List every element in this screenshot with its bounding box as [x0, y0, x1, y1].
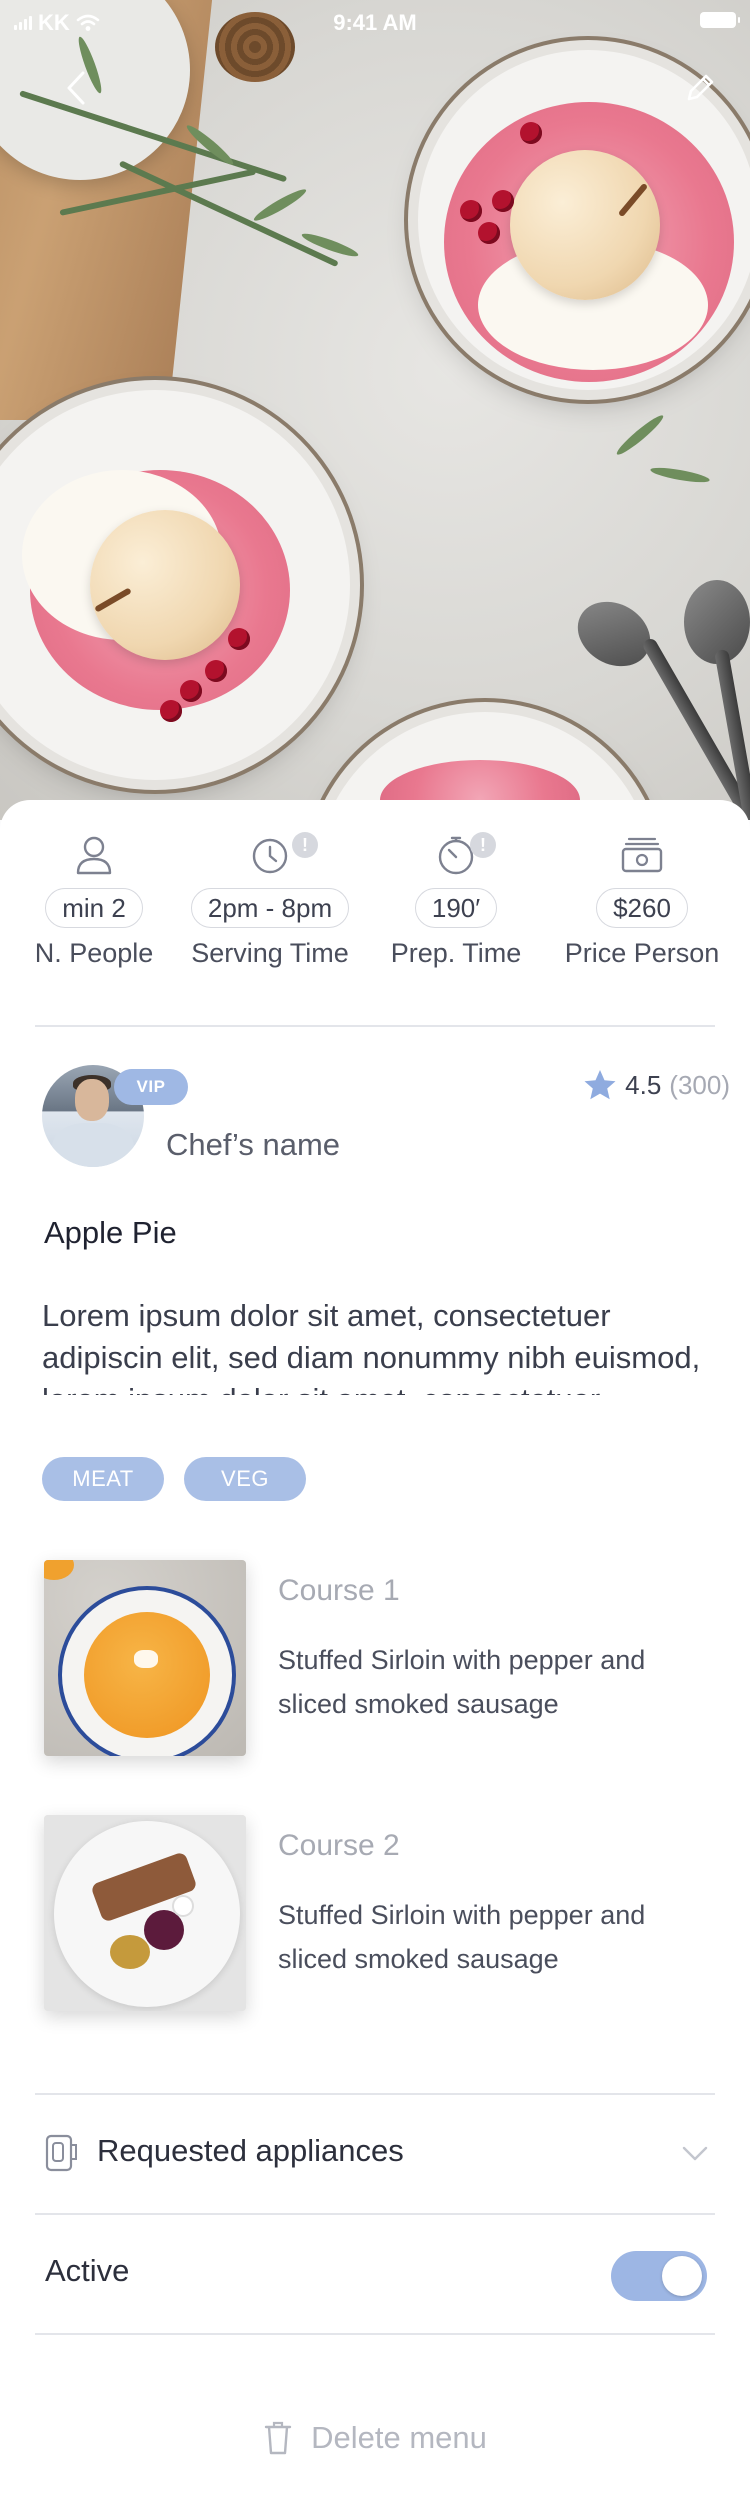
person-icon — [76, 836, 112, 875]
prep-time-label: Prep. Time — [390, 938, 522, 968]
toggle-knob — [662, 2256, 702, 2296]
people-label: N. People — [34, 938, 154, 968]
course-title: Course 2 — [278, 1829, 400, 1862]
chef-name[interactable]: Chef’s name — [166, 1127, 340, 1163]
berry — [205, 660, 227, 682]
people-value: min 2 — [45, 888, 143, 928]
status-time: 9:41 AM — [333, 10, 417, 35]
price-label: Price Person — [564, 938, 720, 968]
appliances-label: Requested appliances — [97, 2133, 404, 2168]
course-title: Course 1 — [278, 1574, 400, 1607]
star-icon — [584, 1070, 616, 1100]
detail-sheet: min 2 N. People ! 2pm - 8pm Serving Time — [0, 800, 750, 2516]
stat-serving-time: ! 2pm - 8pm Serving Time — [180, 830, 360, 969]
tag-veg[interactable]: VEG — [184, 1457, 306, 1501]
delete-menu-label: Delete menu — [311, 2420, 487, 2455]
clock-icon — [252, 838, 288, 874]
active-toggle[interactable] — [611, 2251, 707, 2301]
hero-photo: KK 9:41 AM — [0, 0, 750, 820]
chevron-left-icon — [67, 71, 85, 105]
edit-button[interactable] — [676, 64, 724, 112]
money-icon — [621, 837, 663, 873]
delete-menu-button[interactable]: Delete menu — [0, 2420, 750, 2456]
divider — [35, 1025, 715, 1027]
price-value: $260 — [596, 888, 688, 928]
appliance-icon — [45, 2134, 77, 2172]
berry — [160, 700, 182, 722]
berry — [180, 680, 202, 702]
pencil-icon — [687, 74, 714, 101]
stat-people: min 2 N. People — [4, 830, 184, 969]
berry — [492, 190, 514, 212]
stat-prep-time: ! 190′ Prep. Time — [366, 830, 546, 969]
stats-row: min 2 N. People ! 2pm - 8pm Serving Time — [0, 830, 750, 980]
rating-value: 4.5 — [625, 1069, 662, 1100]
status-bar: KK 9:41 AM — [0, 0, 750, 44]
alert-icon[interactable]: ! — [470, 832, 496, 858]
chevron-down-icon — [682, 2146, 708, 2161]
trash-icon — [264, 2421, 292, 2455]
course-item[interactable]: Course 2 Stuffed Sirloin with pepper and… — [44, 1815, 724, 2011]
berry — [460, 200, 482, 222]
course-description: Stuffed Sirloin with pepper and sliced s… — [278, 1900, 646, 1974]
divider — [35, 2333, 715, 2335]
rating-count: (300) — [669, 1069, 730, 1100]
rating[interactable]: 4.5 (300) — [583, 1069, 730, 1101]
leaf — [300, 230, 360, 260]
leaf — [649, 464, 711, 486]
dish-description: Lorem ipsum dolor sit amet, consectetuer… — [42, 1298, 701, 1395]
berry — [520, 122, 542, 144]
tag-meat[interactable]: MEAT — [42, 1457, 164, 1501]
vip-badge: VIP — [114, 1069, 188, 1105]
battery-icon — [700, 12, 740, 28]
active-row: Active — [35, 2213, 715, 2333]
leaf — [251, 185, 309, 225]
berry — [478, 222, 500, 244]
dish-title: Apple Pie — [44, 1215, 177, 1250]
leaf — [613, 411, 667, 459]
chef-row: VIP Chef’s name 4.5 (300) — [42, 1065, 730, 1175]
active-label: Active — [45, 2253, 130, 2288]
course-thumbnail — [44, 1815, 246, 2011]
course-item[interactable]: Course 1 Stuffed Sirloin with pepper and… — [44, 1560, 724, 1756]
pear — [90, 510, 240, 660]
back-button[interactable] — [52, 64, 100, 112]
spoon — [566, 589, 662, 679]
prep-time-value: 190′ — [414, 888, 498, 928]
alert-icon[interactable]: ! — [292, 832, 318, 858]
course-thumbnail — [44, 1560, 246, 1756]
stat-price: $260 Price Person — [552, 830, 732, 969]
berry — [228, 628, 250, 650]
appliances-row[interactable]: Requested appliances — [35, 2093, 715, 2213]
serving-time-label: Serving Time — [191, 938, 349, 968]
tag-list: MEAT VEG — [42, 1457, 306, 1501]
serving-time-value: 2pm - 8pm — [190, 888, 350, 928]
pear — [510, 150, 660, 300]
course-description: Stuffed Sirloin with pepper and sliced s… — [278, 1645, 646, 1719]
